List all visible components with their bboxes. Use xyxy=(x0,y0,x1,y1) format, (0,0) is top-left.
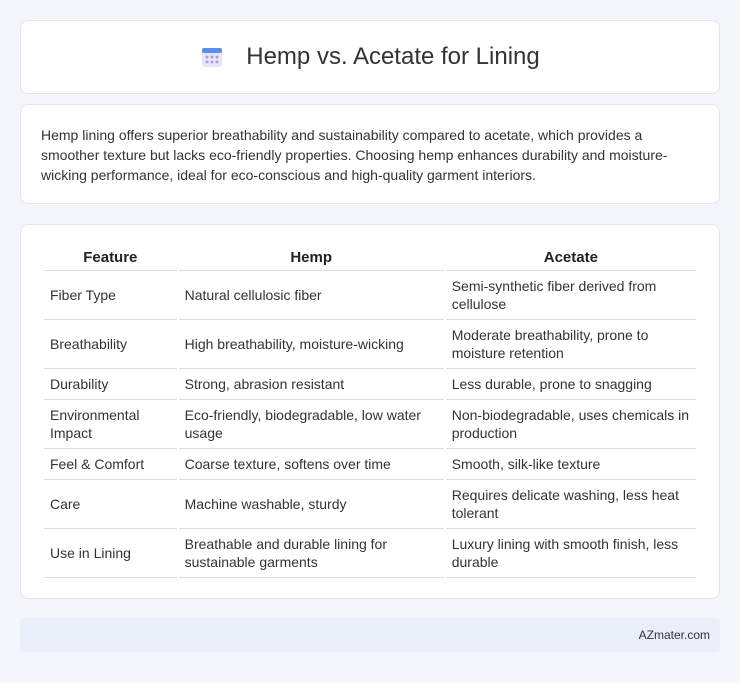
table-row: Fiber Type Natural cellulosic fiber Semi-s… xyxy=(44,271,696,320)
hemp-cell: High breathability, moisture-wicking xyxy=(178,320,444,369)
footer: AZmater.com xyxy=(20,618,720,652)
feature-cell: Durability xyxy=(44,369,177,400)
feature-cell: Use in Lining xyxy=(44,529,177,578)
hemp-cell: Natural cellulosic fiber xyxy=(178,271,444,320)
acetate-cell: Moderate breathability, prone to moistur… xyxy=(445,320,696,369)
acetate-cell: Non-biodegradable, uses chemicals in pro… xyxy=(445,400,696,449)
comparison-card: Feature Hemp Acetate Fiber Type Natural c… xyxy=(20,224,720,599)
feature-cell: Breathability xyxy=(44,320,177,369)
feature-cell: Fiber Type xyxy=(44,271,177,320)
comparison-table: Feature Hemp Acetate Fiber Type Natural c… xyxy=(42,245,698,578)
calendar-icon xyxy=(200,45,224,69)
acetate-cell: Luxury lining with smooth finish, less d… xyxy=(445,529,696,578)
feature-cell: Care xyxy=(44,480,177,529)
hemp-cell: Machine washable, sturdy xyxy=(178,480,444,529)
table-row: Environmental Impact Eco-friendly, biodeg… xyxy=(44,400,696,449)
hemp-cell: Breathable and durable lining for sustai… xyxy=(178,529,444,578)
table-header-row: Feature Hemp Acetate xyxy=(44,245,696,271)
title-card: Hemp vs. Acetate for Lining xyxy=(20,20,720,94)
hemp-cell: Coarse texture, softens over time xyxy=(178,449,444,480)
acetate-cell: Semi-synthetic fiber derived from cellul… xyxy=(445,271,696,320)
page-title: Hemp vs. Acetate for Lining xyxy=(246,43,540,70)
column-header-feature: Feature xyxy=(44,245,177,271)
table-row: Feel & Comfort Coarse texture, softens ov… xyxy=(44,449,696,480)
intro-text: Hemp lining offers superior breathabilit… xyxy=(41,127,668,183)
hemp-cell: Eco-friendly, biodegradable, low water u… xyxy=(178,400,444,449)
table-row: Use in Lining Breathable and durable lini… xyxy=(44,529,696,578)
table-row: Care Machine washable, sturdy Requires del… xyxy=(44,480,696,529)
acetate-cell: Smooth, silk-like texture xyxy=(445,449,696,480)
feature-cell: Feel & Comfort xyxy=(44,449,177,480)
acetate-cell: Less durable, prone to snagging xyxy=(445,369,696,400)
hemp-cell: Strong, abrasion resistant xyxy=(178,369,444,400)
table-row: Durability Strong, abrasion resistant Less… xyxy=(44,369,696,400)
column-header-acetate: Acetate xyxy=(445,245,696,271)
footer-brand: AZmater.com xyxy=(638,628,710,642)
column-header-hemp: Hemp xyxy=(178,245,444,271)
intro-card: Hemp lining offers superior breathabilit… xyxy=(20,104,720,204)
table-row: Breathability High breathability, moistur… xyxy=(44,320,696,369)
feature-cell: Environmental Impact xyxy=(44,400,177,449)
acetate-cell: Requires delicate washing, less heat tol… xyxy=(445,480,696,529)
